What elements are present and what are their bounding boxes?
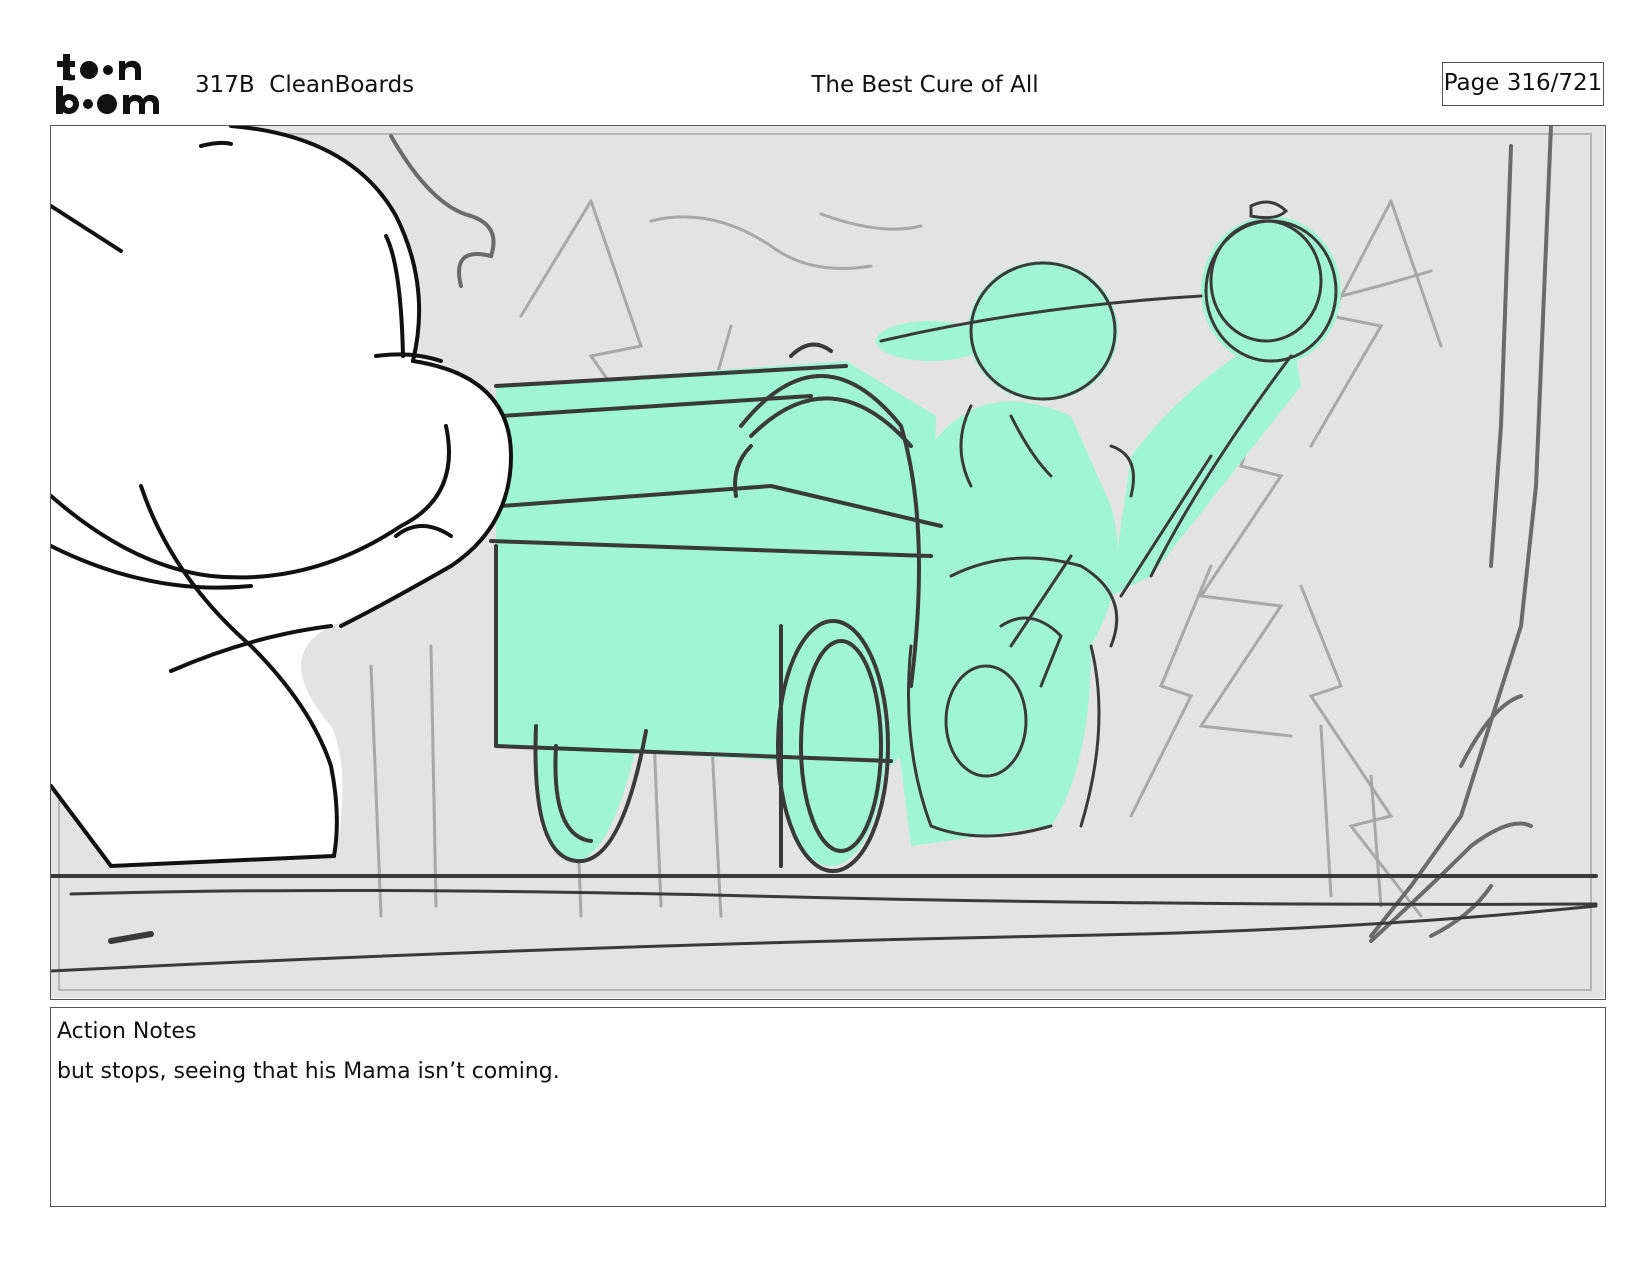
project-name: 317B CleanBoards [195,72,415,98]
toon-boom-logo-icon [56,54,159,114]
action-notes-box: Action Notes but stops, seeing that his … [50,1007,1606,1207]
scene-title: The Best Cure of All [811,72,1039,98]
action-notes-heading: Action Notes [57,1019,197,1044]
action-notes-text: but stops, seeing that his Mama isn’t co… [57,1059,560,1084]
toon-boom-logo [53,52,171,116]
storyboard-sketch-image [51,126,1604,998]
storyboard-panel [50,125,1606,1000]
page-counter: Page 316/721 [1442,62,1604,106]
